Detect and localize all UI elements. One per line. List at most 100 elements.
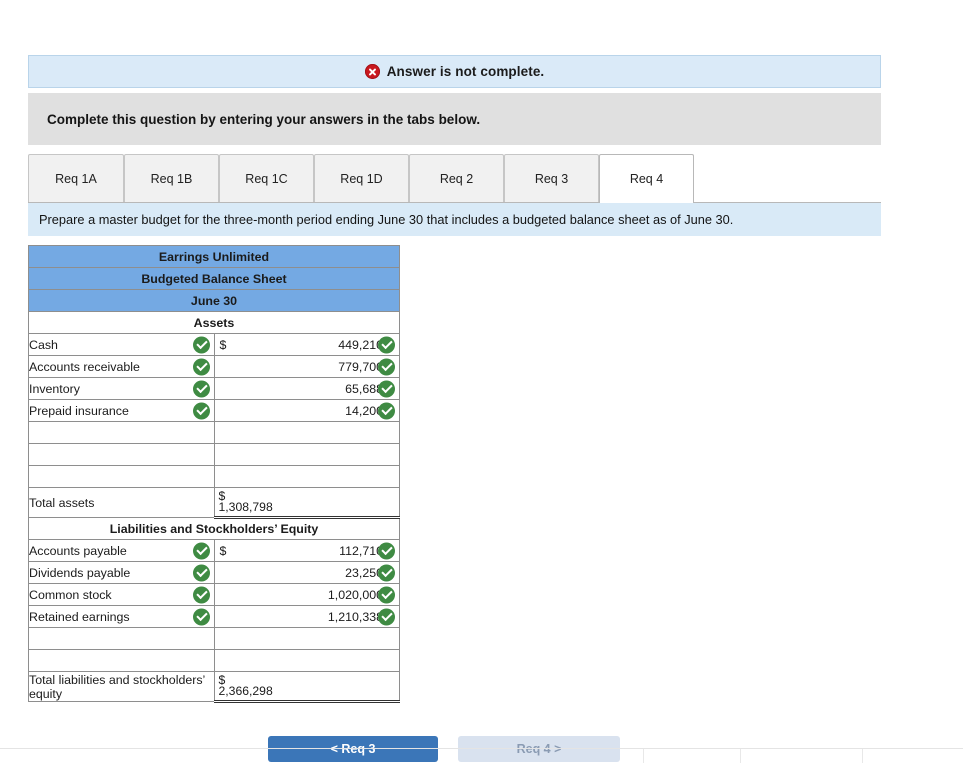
equity-label-cell-1[interactable]: Dividends payable <box>28 561 215 584</box>
instruction-band: Complete this question by entering your … <box>28 93 881 145</box>
footer-tick <box>862 749 863 763</box>
amount-text: 449,210 <box>338 337 383 352</box>
amount-text: 112,710 <box>339 543 383 558</box>
statement-date: June 30 <box>28 289 400 312</box>
correct-check-icon <box>378 542 395 559</box>
total-assets-value: $1,308,798 <box>213 487 400 519</box>
equity-label: Common stock <box>29 587 112 602</box>
asset-amount: 14,200 <box>215 404 400 418</box>
amount-text: 779,700 <box>338 359 383 374</box>
blank-label-cell[interactable] <box>28 465 215 488</box>
total-assets-row: Total assets $1,308,798 <box>28 487 400 519</box>
correct-check-icon <box>378 402 395 419</box>
table-row-blank <box>28 443 400 466</box>
amount-text: 1,308,798 <box>218 500 273 514</box>
tab-req-1a[interactable]: Req 1A <box>28 154 124 202</box>
question-page: Answer is not complete. Complete this qu… <box>0 0 963 763</box>
asset-label-cell-3[interactable]: Prepaid insurance <box>28 399 215 422</box>
tab-req-1c[interactable]: Req 1C <box>219 154 314 202</box>
blank-value-cell[interactable] <box>213 649 400 672</box>
equity-label-cell-0[interactable]: Accounts payable <box>28 539 215 562</box>
equity-label-cell-2[interactable]: Common stock <box>28 583 215 606</box>
equity-section-header-row: Liabilities and Stockholders’ Equity <box>28 517 400 540</box>
correct-check-icon <box>378 358 395 375</box>
correct-check-icon <box>192 586 210 603</box>
total-assets-label: Total assets <box>28 487 215 518</box>
table-row: Accounts payable $112,710 <box>28 539 400 562</box>
company-name: Earrings Unlimited <box>28 245 400 268</box>
equity-value-cell-2[interactable]: 1,020,000 <box>213 583 400 606</box>
sheet-title-row-date: June 30 <box>28 289 400 312</box>
asset-label-cell-0[interactable]: Cash <box>28 333 215 356</box>
tab-req-1b[interactable]: Req 1B <box>124 154 219 202</box>
blank-value-cell[interactable] <box>213 421 400 444</box>
table-row-blank <box>28 465 400 488</box>
asset-label-cell-2[interactable]: Inventory <box>28 377 215 400</box>
asset-label-cell-1[interactable]: Accounts receivable <box>28 355 215 378</box>
equity-label-cell-3[interactable]: Retained earnings <box>28 605 215 628</box>
table-row: Dividends payable 23,250 <box>28 561 400 584</box>
blank-label-cell[interactable] <box>28 627 215 650</box>
asset-amount: 779,700 <box>215 360 400 374</box>
blank-value-cell[interactable] <box>213 443 400 466</box>
tab-label: Req 1A <box>55 171 97 186</box>
correct-check-icon <box>192 402 210 419</box>
equity-amount: 1,020,000 <box>215 588 400 602</box>
table-row: Inventory 65,688 <box>28 377 400 400</box>
currency-symbol: $ <box>219 543 227 558</box>
table-row-blank <box>28 627 400 650</box>
blank-value-cell[interactable] <box>213 627 400 650</box>
table-row: Retained earnings 1,210,338 <box>28 605 400 628</box>
correct-check-icon <box>192 380 210 397</box>
asset-value-cell-3[interactable]: 14,200 <box>213 399 400 422</box>
table-row-blank <box>28 421 400 444</box>
tab-label: Req 1C <box>245 171 288 186</box>
error-x-icon <box>364 64 380 79</box>
equity-amount: $112,710 <box>215 544 400 558</box>
equity-label: Retained earnings <box>29 609 130 624</box>
tab-label: Req 3 <box>534 171 569 186</box>
total-liabilities-equity-row: Total liabilities and stockholders’ equi… <box>28 671 400 703</box>
equity-value-cell-0[interactable]: $112,710 <box>213 539 400 562</box>
tab-req-3[interactable]: Req 3 <box>504 154 599 202</box>
equity-label: Accounts payable <box>29 543 127 558</box>
blank-label-cell[interactable] <box>28 421 215 444</box>
total-equity-value: $2,366,298 <box>213 671 400 703</box>
table-row: Common stock 1,020,000 <box>28 583 400 606</box>
total-equity-label: Total liabilities and stockholders’ equi… <box>28 671 215 702</box>
correct-check-icon <box>192 358 210 375</box>
assets-section-header-row: Assets <box>28 311 400 334</box>
sheet-title-row-company: Earrings Unlimited <box>28 245 400 268</box>
blank-label-cell[interactable] <box>28 649 215 672</box>
asset-value-cell-1[interactable]: 779,700 <box>213 355 400 378</box>
amount-text: 2,366,298 <box>218 684 273 698</box>
equity-amount: 1,210,338 <box>215 610 400 624</box>
blank-value-cell[interactable] <box>213 465 400 488</box>
table-row: Cash $449,210 <box>28 333 400 356</box>
correct-check-icon <box>378 380 395 397</box>
instruction-text: Complete this question by entering your … <box>47 111 481 127</box>
correct-check-icon <box>192 608 210 625</box>
equity-value-cell-3[interactable]: 1,210,338 <box>213 605 400 628</box>
amount-text: 1,020,000 <box>327 587 383 602</box>
correct-check-icon <box>378 608 395 625</box>
tab-req-2[interactable]: Req 2 <box>409 154 504 202</box>
asset-value-cell-2[interactable]: 65,688 <box>213 377 400 400</box>
correct-check-icon <box>192 336 210 353</box>
tab-req-4[interactable]: Req 4 <box>599 154 694 203</box>
equity-value-cell-1[interactable]: 23,250 <box>213 561 400 584</box>
budgeted-balance-sheet-table: Earrings Unlimited Budgeted Balance Shee… <box>28 245 400 703</box>
tab-req-1d[interactable]: Req 1D <box>314 154 409 202</box>
table-row: Accounts receivable 779,700 <box>28 355 400 378</box>
tab-label: Req 4 <box>629 172 664 186</box>
asset-amount: $449,210 <box>215 338 400 352</box>
correct-check-icon <box>192 542 210 559</box>
table-row: Prepaid insurance 14,200 <box>28 399 400 422</box>
answer-status-alert: Answer is not complete. <box>28 55 881 88</box>
footer-tick <box>643 749 644 763</box>
requirement-tabbar: Req 1A Req 1B Req 1C Req 1D Req 2 Req 3 … <box>28 145 881 203</box>
alert-message: Answer is not complete. <box>386 64 545 79</box>
blank-label-cell[interactable] <box>28 443 215 466</box>
sheet-title-row-statement: Budgeted Balance Sheet <box>28 267 400 290</box>
asset-value-cell-0[interactable]: $449,210 <box>213 333 400 356</box>
